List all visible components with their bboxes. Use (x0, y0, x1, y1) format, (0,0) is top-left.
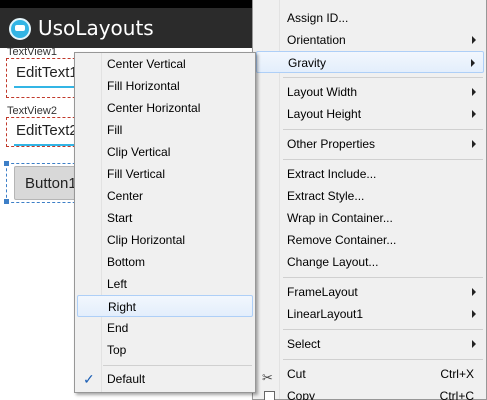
gravity-item[interactable]: Start (77, 207, 253, 229)
menu-item-wrap-in-container[interactable]: Wrap in Container... (256, 207, 484, 229)
cut-shortcut: Ctrl+X (440, 367, 474, 381)
textview1-label[interactable]: TextView1 (7, 46, 57, 58)
button1[interactable]: Button1 (14, 166, 80, 200)
gravity-item[interactable]: Center Vertical (77, 53, 253, 75)
gravity-item[interactable]: Clip Horizontal (77, 229, 253, 251)
menu-item-cut[interactable]: ✂ Cut Ctrl+X (256, 363, 484, 385)
gravity-item[interactable]: Top (77, 339, 253, 361)
gravity-item[interactable]: Left (77, 273, 253, 295)
menu-item-layout-width[interactable]: Layout Width (256, 81, 484, 103)
submenu-arrow-icon (472, 88, 476, 96)
gravity-submenu: Center Vertical Fill Horizontal Center H… (74, 52, 256, 393)
submenu-arrow-icon (472, 340, 476, 348)
submenu-arrow-icon (472, 288, 476, 296)
menu-item-linearlayout1[interactable]: LinearLayout1 (256, 303, 484, 325)
menu-separator (283, 359, 483, 360)
menu-item-extract-include[interactable]: Extract Include... (256, 163, 484, 185)
gravity-item[interactable]: Fill Horizontal (77, 75, 253, 97)
context-menu: Assign ID... Orientation Gravity Layout … (252, 0, 487, 400)
menu-separator (283, 329, 483, 330)
submenu-arrow-icon (472, 110, 476, 118)
gravity-item[interactable]: End (77, 317, 253, 339)
checkmark-icon: ✓ (83, 371, 95, 387)
gravity-item[interactable]: Fill Vertical (77, 163, 253, 185)
menu-item-orientation[interactable]: Orientation (256, 29, 484, 51)
gravity-item[interactable]: Center (77, 185, 253, 207)
copy-icon (264, 391, 275, 400)
resize-handle[interactable] (4, 161, 9, 166)
menu-item-remove-container[interactable]: Remove Container... (256, 229, 484, 251)
menu-separator (283, 77, 483, 78)
menu-item-copy[interactable]: Copy Ctrl+C (256, 385, 484, 400)
menu-item-gravity[interactable]: Gravity (256, 51, 484, 73)
resize-handle[interactable] (4, 199, 9, 204)
menu-item-extract-style[interactable]: Extract Style... (256, 185, 484, 207)
menu-item-layout-height[interactable]: Layout Height (256, 103, 484, 125)
submenu-arrow-icon (472, 140, 476, 148)
gravity-item[interactable]: Fill (77, 119, 253, 141)
copy-shortcut: Ctrl+C (439, 389, 474, 400)
menu-item-framelayout[interactable]: FrameLayout (256, 281, 484, 303)
menu-item-change-layout[interactable]: Change Layout... (256, 251, 484, 273)
menu-separator (103, 365, 252, 366)
submenu-arrow-icon (472, 36, 476, 44)
gravity-item[interactable]: Bottom (77, 251, 253, 273)
menu-item-other-properties[interactable]: Other Properties (256, 133, 484, 155)
menu-separator (283, 129, 483, 130)
menu-separator (283, 159, 483, 160)
app-title: UsoLayouts (38, 16, 154, 40)
android-app-icon (9, 18, 31, 40)
submenu-arrow-icon (472, 310, 476, 318)
menu-item-select[interactable]: Select (256, 333, 484, 355)
gravity-item[interactable]: Center Horizontal (77, 97, 253, 119)
gravity-item-default[interactable]: ✓ Default (77, 368, 253, 390)
textview2-label[interactable]: TextView2 (7, 105, 57, 117)
menu-separator (283, 277, 483, 278)
gravity-item-highlighted[interactable]: Right (77, 295, 253, 317)
menu-item-assign-id[interactable]: Assign ID... (256, 7, 484, 29)
submenu-arrow-icon (471, 59, 475, 67)
gravity-item[interactable]: Clip Vertical (77, 141, 253, 163)
